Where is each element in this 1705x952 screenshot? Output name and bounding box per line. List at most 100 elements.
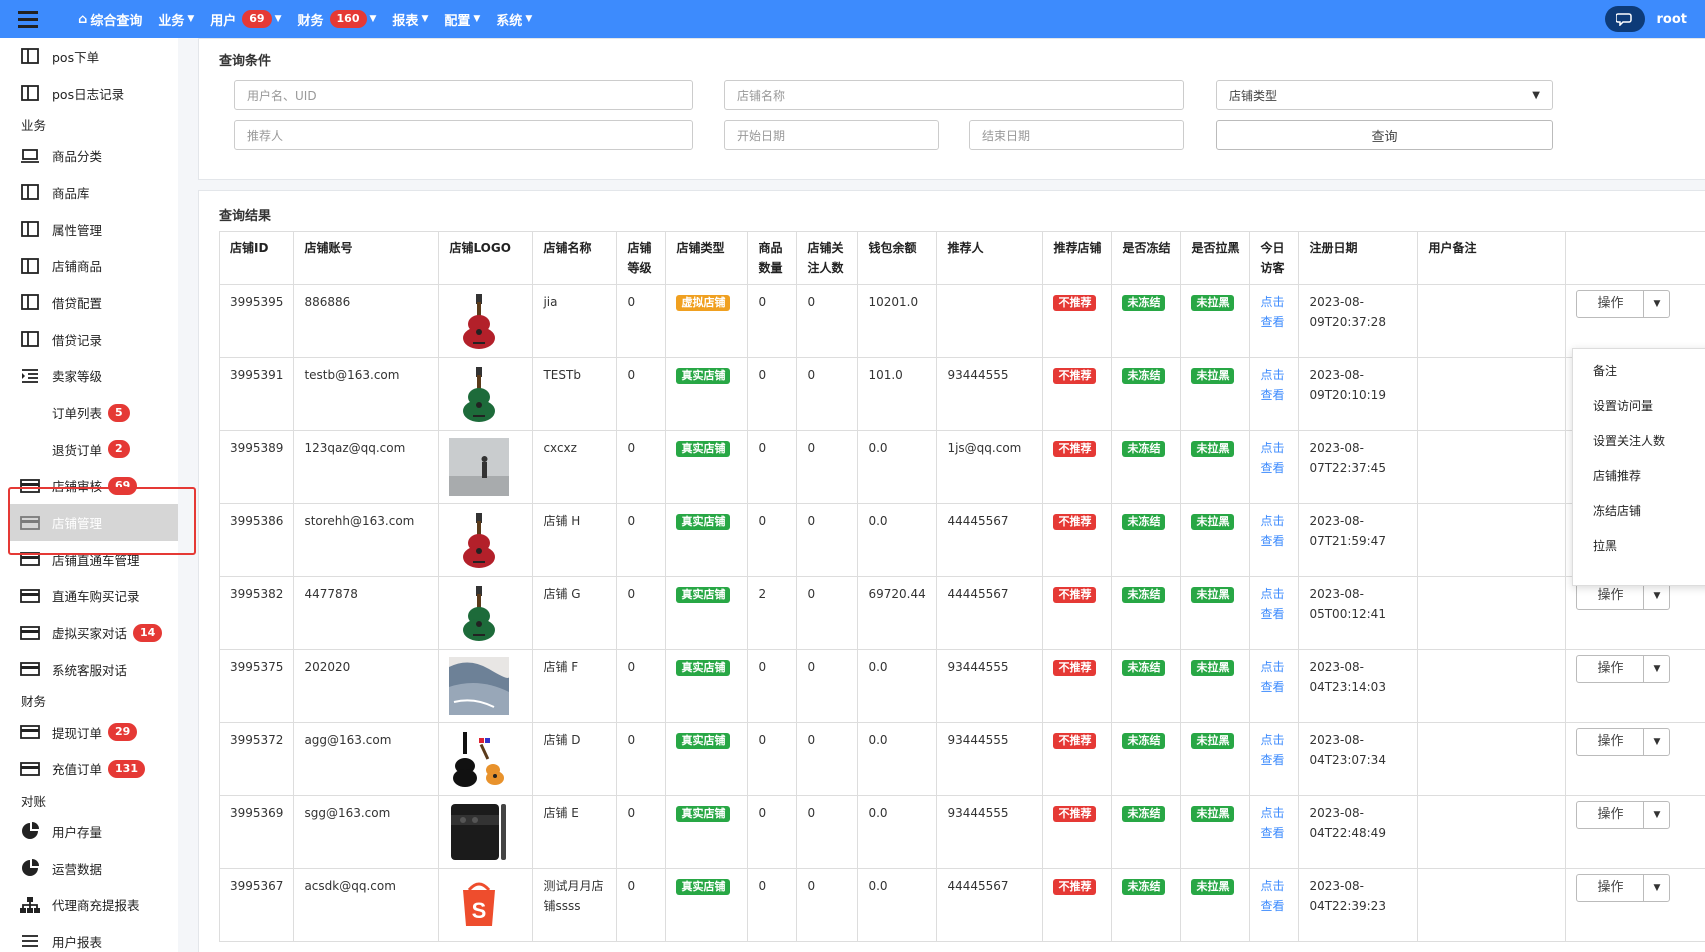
operation-button[interactable]: 操作: [1577, 656, 1643, 682]
operation-button[interactable]: 操作: [1577, 291, 1643, 317]
operation-dropdown-toggle[interactable]: ▼: [1643, 583, 1669, 609]
view-visitors-link[interactable]: 点击查看: [1260, 514, 1284, 548]
sitemap-icon: [20, 896, 40, 913]
sidebar-item-19[interactable]: 提现订单 29: [0, 714, 178, 751]
table-cell: [438, 649, 534, 723]
username-uid-input[interactable]: 用户名、UID: [234, 80, 693, 110]
dropdown-item-5[interactable]: 拉黑: [1573, 528, 1705, 563]
sidebar-item-17[interactable]: 系统客服对话: [0, 651, 178, 688]
sidebar-item-4[interactable]: 商品库: [0, 174, 178, 211]
referrer-input[interactable]: 推荐人: [234, 120, 693, 150]
table-cell: 不推荐: [1042, 503, 1113, 577]
column-header: 注册日期: [1298, 231, 1419, 285]
dropdown-item-1[interactable]: 设置访问量: [1573, 388, 1705, 423]
sidebar-item-24[interactable]: 代理商充提报表: [0, 886, 178, 923]
operation-dropdown-toggle[interactable]: ▼: [1643, 875, 1669, 901]
topnav-item-6[interactable]: 系统 ▼: [496, 10, 532, 29]
dropdown-item-0[interactable]: 备注: [1573, 353, 1705, 388]
shop-id: 3995382: [230, 587, 284, 601]
query-button[interactable]: 查询: [1216, 120, 1553, 150]
operation-button[interactable]: 操作: [1577, 729, 1643, 755]
table-cell: 未拉黑: [1180, 649, 1251, 723]
sidebar-item-23[interactable]: 运营数据: [0, 850, 178, 887]
shop-account: 202020: [304, 660, 351, 674]
table-cell: 93444555: [936, 357, 1044, 431]
topnav-item-1[interactable]: 业务 ▼: [158, 10, 194, 29]
sidebar-item-20[interactable]: 充值订单 131: [0, 750, 178, 787]
dropdown-item-2[interactable]: 设置关注人数: [1573, 423, 1705, 458]
sidebar-item-25[interactable]: 用户报表: [0, 923, 178, 952]
view-visitors-link[interactable]: 点击查看: [1260, 295, 1284, 329]
blacklist-status-tag: 未拉黑: [1191, 368, 1235, 384]
sidebar-item-3[interactable]: 商品分类: [0, 137, 178, 174]
operation-dropdown-toggle[interactable]: ▼: [1643, 802, 1669, 828]
shop-name-input[interactable]: 店铺名称: [724, 80, 1184, 110]
menu-toggle-button[interactable]: [0, 0, 56, 38]
sidebar-item-label: 退货订单: [52, 442, 103, 458]
view-visitors-link[interactable]: 点击查看: [1260, 368, 1284, 402]
topnav-item-3[interactable]: 财务 160 ▼: [297, 10, 376, 29]
sidebar-item-7[interactable]: 借贷配置: [0, 284, 178, 321]
table-cell: 真实店铺: [665, 795, 749, 869]
operation-button[interactable]: 操作: [1577, 583, 1643, 609]
dropdown-item-4[interactable]: 冻结店铺: [1573, 493, 1705, 528]
sidebar-item-label: 商品分类: [52, 149, 103, 165]
topnav-item-label: 用户: [210, 13, 237, 29]
start-date-input[interactable]: 开始日期: [724, 120, 939, 150]
operation-button[interactable]: 操作: [1577, 875, 1643, 901]
goods-count: 0: [758, 733, 767, 747]
topnav-item-2[interactable]: 用户 69 ▼: [210, 10, 282, 29]
sidebar-item-0[interactable]: pos下单: [0, 38, 178, 75]
chat-icon: [1615, 13, 1632, 26]
shop-type-select[interactable]: 店铺类型 ▼: [1216, 80, 1553, 110]
sidebar-item-10[interactable]: 订单列表 5: [0, 394, 178, 431]
sidebar-item-9[interactable]: 卖家等级: [0, 358, 178, 395]
operation-dropdown-toggle[interactable]: ▼: [1643, 291, 1669, 317]
column-header: 用户备注: [1417, 231, 1567, 285]
table-cell: 真实店铺: [665, 430, 749, 504]
list-indent-icon: [20, 368, 40, 384]
view-visitors-link[interactable]: 点击查看: [1260, 441, 1284, 475]
user-menu[interactable]: root: [1657, 12, 1688, 27]
sidebar-item-1[interactable]: pos日志记录: [0, 75, 178, 112]
table-cell: 0: [616, 430, 667, 504]
sidebar-item-11[interactable]: 退货订单 2: [0, 431, 178, 468]
shop-id: 3995389: [230, 441, 284, 455]
sidebar-item-22[interactable]: 用户存量: [0, 813, 178, 850]
chat-button[interactable]: [1604, 6, 1645, 32]
view-visitors-link[interactable]: 点击查看: [1260, 879, 1284, 913]
operation-dropdown-toggle[interactable]: ▼: [1643, 729, 1669, 755]
view-visitors-link[interactable]: 点击查看: [1260, 587, 1284, 621]
topnav-item-4[interactable]: 报表 ▼: [392, 10, 428, 29]
shop-logo-image: [449, 438, 522, 496]
sidebar-section-label: 对账: [21, 793, 47, 809]
table-cell: 3995391: [218, 357, 295, 431]
sidebar-item-6[interactable]: 店铺商品: [0, 247, 178, 284]
shop-level: 0: [627, 368, 636, 382]
wallet-balance: 10201.0: [868, 295, 919, 309]
column-header: 商品数量: [747, 231, 798, 285]
operation-dropdown-toggle[interactable]: ▼: [1643, 656, 1669, 682]
sidebar-item-5[interactable]: 属性管理: [0, 211, 178, 248]
column-header: 钱包余额: [857, 231, 938, 285]
topnav-item-0[interactable]: ⌂ 综合查询: [78, 10, 142, 29]
sidebar-item-16[interactable]: 虚拟买家对话 14: [0, 614, 178, 651]
table-cell: 202020: [293, 649, 440, 723]
view-visitors-link[interactable]: 点击查看: [1260, 733, 1284, 767]
view-visitors-link[interactable]: 点击查看: [1260, 660, 1284, 694]
results-panel-title: 查询结果: [219, 209, 272, 224]
end-date-input[interactable]: 结束日期: [969, 120, 1184, 150]
shop-type-tag: 真实店铺: [676, 879, 731, 895]
sidebar-item-8[interactable]: 借贷记录: [0, 321, 178, 358]
sidebar-item-15[interactable]: 直通车购买记录: [0, 578, 178, 615]
topnav-item-label: 财务: [297, 13, 324, 29]
table-cell: 4477878: [293, 576, 440, 650]
topnav-item-5[interactable]: 配置 ▼: [444, 10, 480, 29]
table-cell: 真实店铺: [665, 503, 749, 577]
table-cell: 0: [616, 722, 667, 796]
view-visitors-link[interactable]: 点击查看: [1260, 806, 1284, 840]
column-header: 是否冻结: [1111, 231, 1182, 285]
operation-button[interactable]: 操作: [1577, 802, 1643, 828]
dropdown-item-3[interactable]: 店铺推荐: [1573, 458, 1705, 493]
table-cell: 2023-08-04T22:39:23: [1298, 868, 1419, 942]
